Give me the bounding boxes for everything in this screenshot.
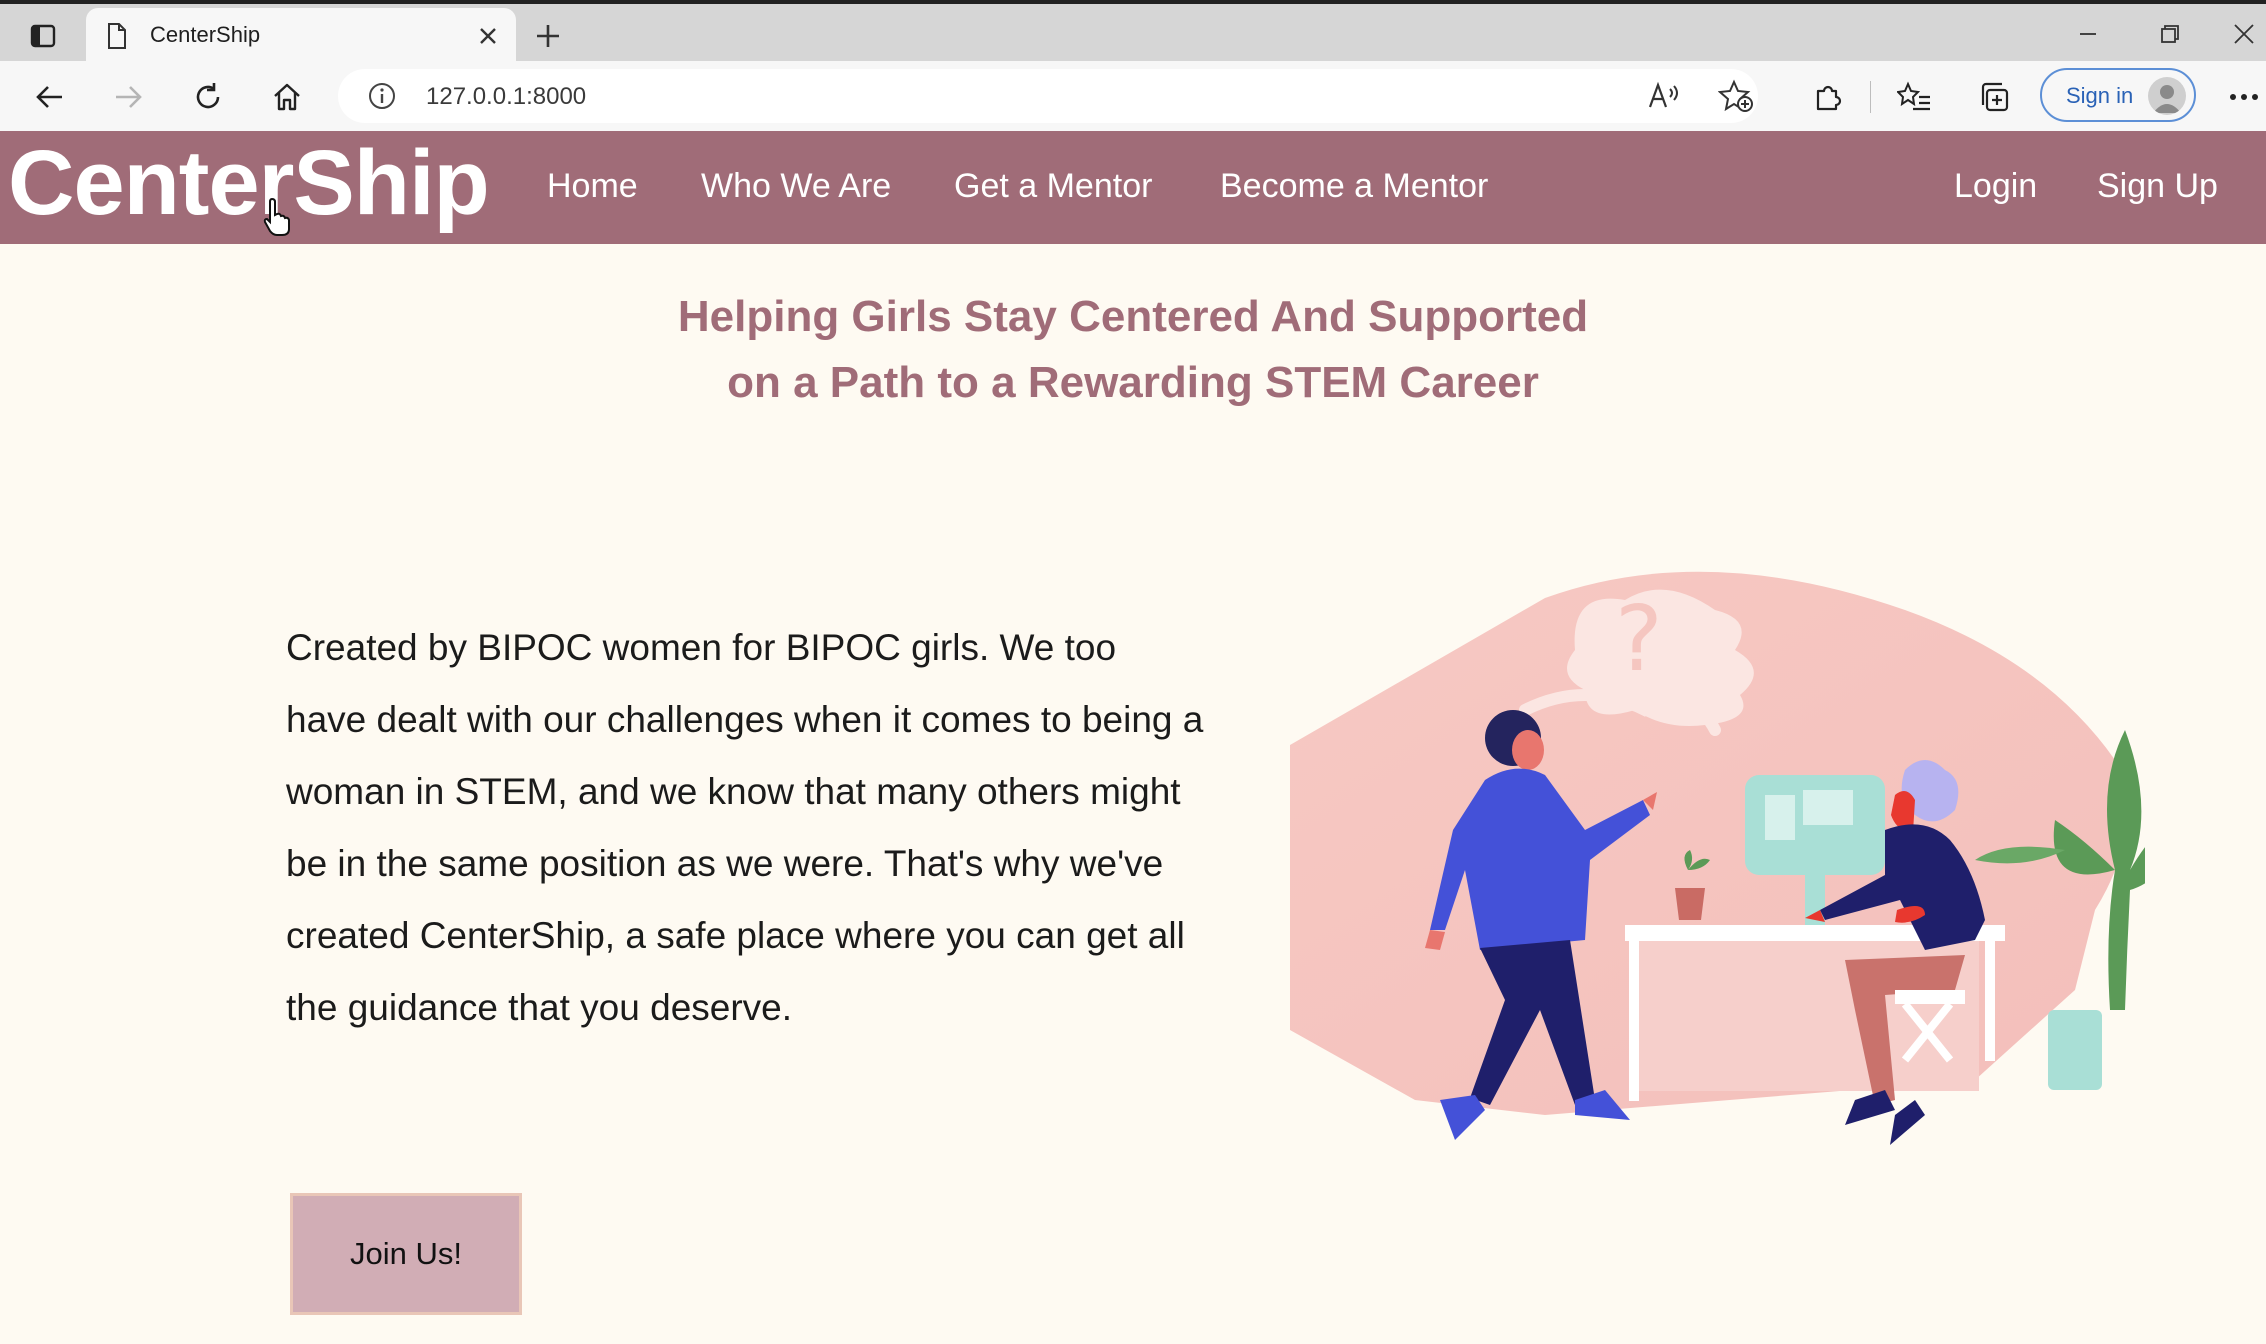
restore-icon (2161, 25, 2179, 43)
collections-button[interactable] (1972, 75, 2016, 119)
tab-actions-icon (30, 24, 56, 48)
question-mark-icon: ? (1615, 587, 1663, 692)
minimize-icon (2080, 33, 2096, 35)
sign-in-button[interactable]: Sign in (2040, 68, 2196, 122)
tab-close-button[interactable] (470, 18, 506, 54)
sign-in-label: Sign in (2066, 83, 2134, 108)
nav-link-sign-up[interactable]: Sign Up (2097, 167, 2218, 206)
settings-menu-button[interactable] (2222, 75, 2266, 119)
restore-button[interactable] (2140, 12, 2200, 56)
hero-title-line-2: on a Path to a Rewarding STEM Career (727, 358, 1539, 407)
browser-tab[interactable]: CenterShip (86, 8, 516, 65)
site-navbar: CenterShip Home Who We Are Get a Mentor … (0, 131, 2266, 244)
puzzle-icon (1816, 85, 1842, 111)
close-icon (480, 28, 496, 44)
read-aloud-icon[interactable] (1648, 81, 1682, 111)
back-arrow-icon (36, 86, 62, 108)
address-bar[interactable]: 127.0.0.1:8000 (338, 69, 1758, 123)
info-icon[interactable] (368, 82, 396, 110)
window-close-icon (2234, 24, 2254, 44)
nav-link-login[interactable]: Login (1954, 167, 2037, 206)
plus-icon (537, 25, 559, 47)
add-favorite-icon[interactable] (1718, 79, 1754, 113)
reload-icon (196, 83, 220, 109)
reload-button[interactable] (186, 75, 230, 119)
mentoring-illustration: ? (1290, 571, 2145, 1145)
toolbar-separator (1870, 81, 1871, 113)
intro-paragraph: Created by BIPOC women for BIPOC girls. … (286, 627, 1204, 1028)
back-button[interactable] (28, 75, 72, 119)
browser-tab-strip: CenterShip (0, 0, 2266, 65)
site-logo[interactable]: CenterShip (8, 131, 490, 236)
favorites-icon (1897, 81, 1930, 111)
hero-title: Helping Girls Stay Centered And Supporte… (0, 284, 2266, 416)
forward-arrow-icon (116, 86, 142, 108)
extensions-button[interactable] (1806, 75, 1850, 119)
page-icon (108, 23, 126, 49)
profile-avatar-icon (2148, 77, 2186, 115)
forward-button[interactable] (106, 75, 150, 119)
minimize-button[interactable] (2058, 12, 2118, 56)
nav-link-home[interactable]: Home (547, 167, 638, 206)
join-us-button[interactable]: Join Us! (290, 1193, 522, 1315)
url-text[interactable]: 127.0.0.1:8000 (426, 83, 586, 111)
hand-cursor-icon (263, 197, 290, 236)
hero-title-line-1: Helping Girls Stay Centered And Supporte… (677, 292, 1589, 341)
window-close-button[interactable] (2222, 12, 2266, 56)
nav-link-become-a-mentor[interactable]: Become a Mentor (1220, 167, 1488, 206)
favorites-button[interactable] (1892, 75, 1936, 119)
nav-link-get-a-mentor[interactable]: Get a Mentor (954, 167, 1152, 206)
nav-link-who-we-are[interactable]: Who We Are (701, 167, 891, 206)
home-icon (274, 83, 300, 111)
new-tab-button[interactable] (528, 16, 568, 56)
tab-title: CenterShip (150, 22, 261, 47)
collections-icon (1981, 82, 2009, 112)
tab-actions-button[interactable] (14, 16, 72, 56)
more-options-icon (2230, 94, 2258, 100)
home-button[interactable] (265, 75, 309, 119)
browser-toolbar: 127.0.0.1:8000 Sign in (0, 61, 2266, 132)
